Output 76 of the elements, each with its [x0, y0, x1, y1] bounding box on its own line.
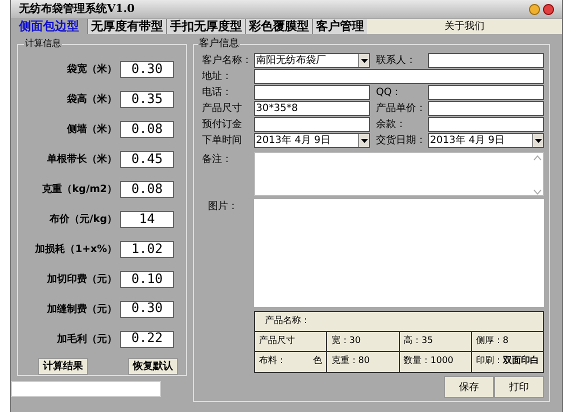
field-label: 侧墙（米） [67, 122, 117, 138]
tab[interactable]: 客户管理 [312, 19, 367, 34]
field-label: 加损耗（1+x%） [35, 242, 117, 257]
action-button[interactable]: 保存 [444, 376, 494, 398]
field-label: 联系人： [376, 54, 417, 68]
tab[interactable]: 关于我们 [367, 19, 562, 34]
input-field[interactable]: 30*35*8 [254, 101, 370, 116]
field-label: 克重（kg/m2） [42, 182, 117, 198]
table-cell-text: 布料： 色 [258, 354, 323, 368]
table-cell: 高：35 [398, 332, 471, 351]
input-field[interactable] [428, 53, 544, 68]
tab[interactable]: 无厚度有带型 [87, 19, 166, 34]
field-label: 加毛利（元） [57, 332, 117, 347]
dropdown-value: 2013年 4月 9日 [430, 136, 505, 146]
field-label: QQ： [376, 86, 403, 100]
field-label: 加缝制费（元） [47, 302, 117, 317]
action-button[interactable]: 恢复默认 [128, 358, 178, 376]
panel-title: 客户信息 [198, 38, 240, 50]
field-label: 地址： [202, 70, 233, 84]
dropdown-field[interactable]: 南阳无纺布袋厂 [254, 53, 370, 68]
dropdown-field[interactable]: 2013年 4月 9日 [254, 133, 370, 148]
input-field[interactable] [254, 117, 370, 132]
table-cell: 克重：80 [326, 352, 398, 372]
value-field[interactable]: 0.10 [120, 270, 174, 288]
field-label: 余款： [376, 118, 407, 132]
table-cell-text: 产品尺寸 [258, 334, 296, 348]
input-field[interactable] [428, 101, 544, 116]
field-label: 布价（元/kg） [50, 212, 117, 227]
action-button[interactable]: 计算结果 [38, 358, 88, 376]
panel-title: 计算信息 [24, 38, 62, 50]
value-field[interactable]: 0.45 [120, 151, 174, 168]
field-label: 加切印费（元） [47, 272, 117, 287]
field-label: 客户名称： [202, 54, 253, 68]
output-field[interactable] [11, 381, 161, 397]
field-label: 图片： [207, 200, 239, 214]
caret-icon [532, 134, 543, 147]
table-cell: 宽：30 [326, 332, 398, 351]
tab[interactable]: 彩色覆膜型 [245, 19, 312, 34]
action-button[interactable]: 打印 [494, 376, 544, 398]
table-cell: 数量：1000 [398, 352, 471, 372]
field-label: 电话： [202, 86, 233, 100]
remarks-field[interactable] [254, 152, 544, 196]
close-button[interactable] [543, 4, 554, 14]
field-label: 产品尺寸 [202, 102, 243, 116]
table-cell-text: 产品名称： [265, 314, 310, 328]
field-label: 袋高（米） [67, 92, 117, 108]
input-field[interactable] [428, 85, 544, 100]
dropdown-value: 2013年 4月 9日 [256, 136, 331, 146]
minimize-button[interactable] [529, 4, 540, 14]
value-field[interactable]: 0.08 [120, 181, 174, 198]
table-cell: 侧厚：8 [470, 332, 543, 351]
value-field[interactable]: 1.02 [120, 240, 174, 258]
input-field[interactable] [428, 117, 544, 132]
value-field[interactable]: 0.30 [120, 300, 174, 318]
value-field[interactable]: 0.08 [120, 121, 174, 138]
field-label: 单根带长（米） [47, 152, 117, 168]
window-title: 无纺布袋管理系统V1.0 [19, 0, 135, 17]
input-field[interactable] [254, 85, 370, 100]
table-cell: 印刷：双面印白 [470, 352, 543, 372]
dropdown-value: 南阳无纺布袋厂 [256, 56, 326, 66]
value-field[interactable]: 0.30 [120, 61, 174, 78]
input-field[interactable] [254, 69, 544, 84]
field-label: 交货日期： [376, 134, 427, 148]
field-label: 备注： [202, 152, 233, 167]
tab[interactable]: 手扣无厚度型 [166, 19, 245, 34]
value-field[interactable]: 14 [120, 210, 174, 228]
field-label: 袋宽（米） [67, 62, 117, 78]
scrollbar-icon [533, 154, 542, 196]
value-field[interactable]: 0.22 [120, 330, 174, 348]
field-label: 下单时间 [202, 134, 243, 148]
caret-icon [358, 134, 369, 147]
dropdown-field[interactable]: 2013年 4月 9日 [428, 133, 544, 148]
field-label: 产品单价： [376, 102, 427, 116]
value-field[interactable]: 0.35 [120, 91, 174, 108]
field-label: 预付订金 [202, 118, 243, 132]
caret-icon [358, 54, 369, 67]
